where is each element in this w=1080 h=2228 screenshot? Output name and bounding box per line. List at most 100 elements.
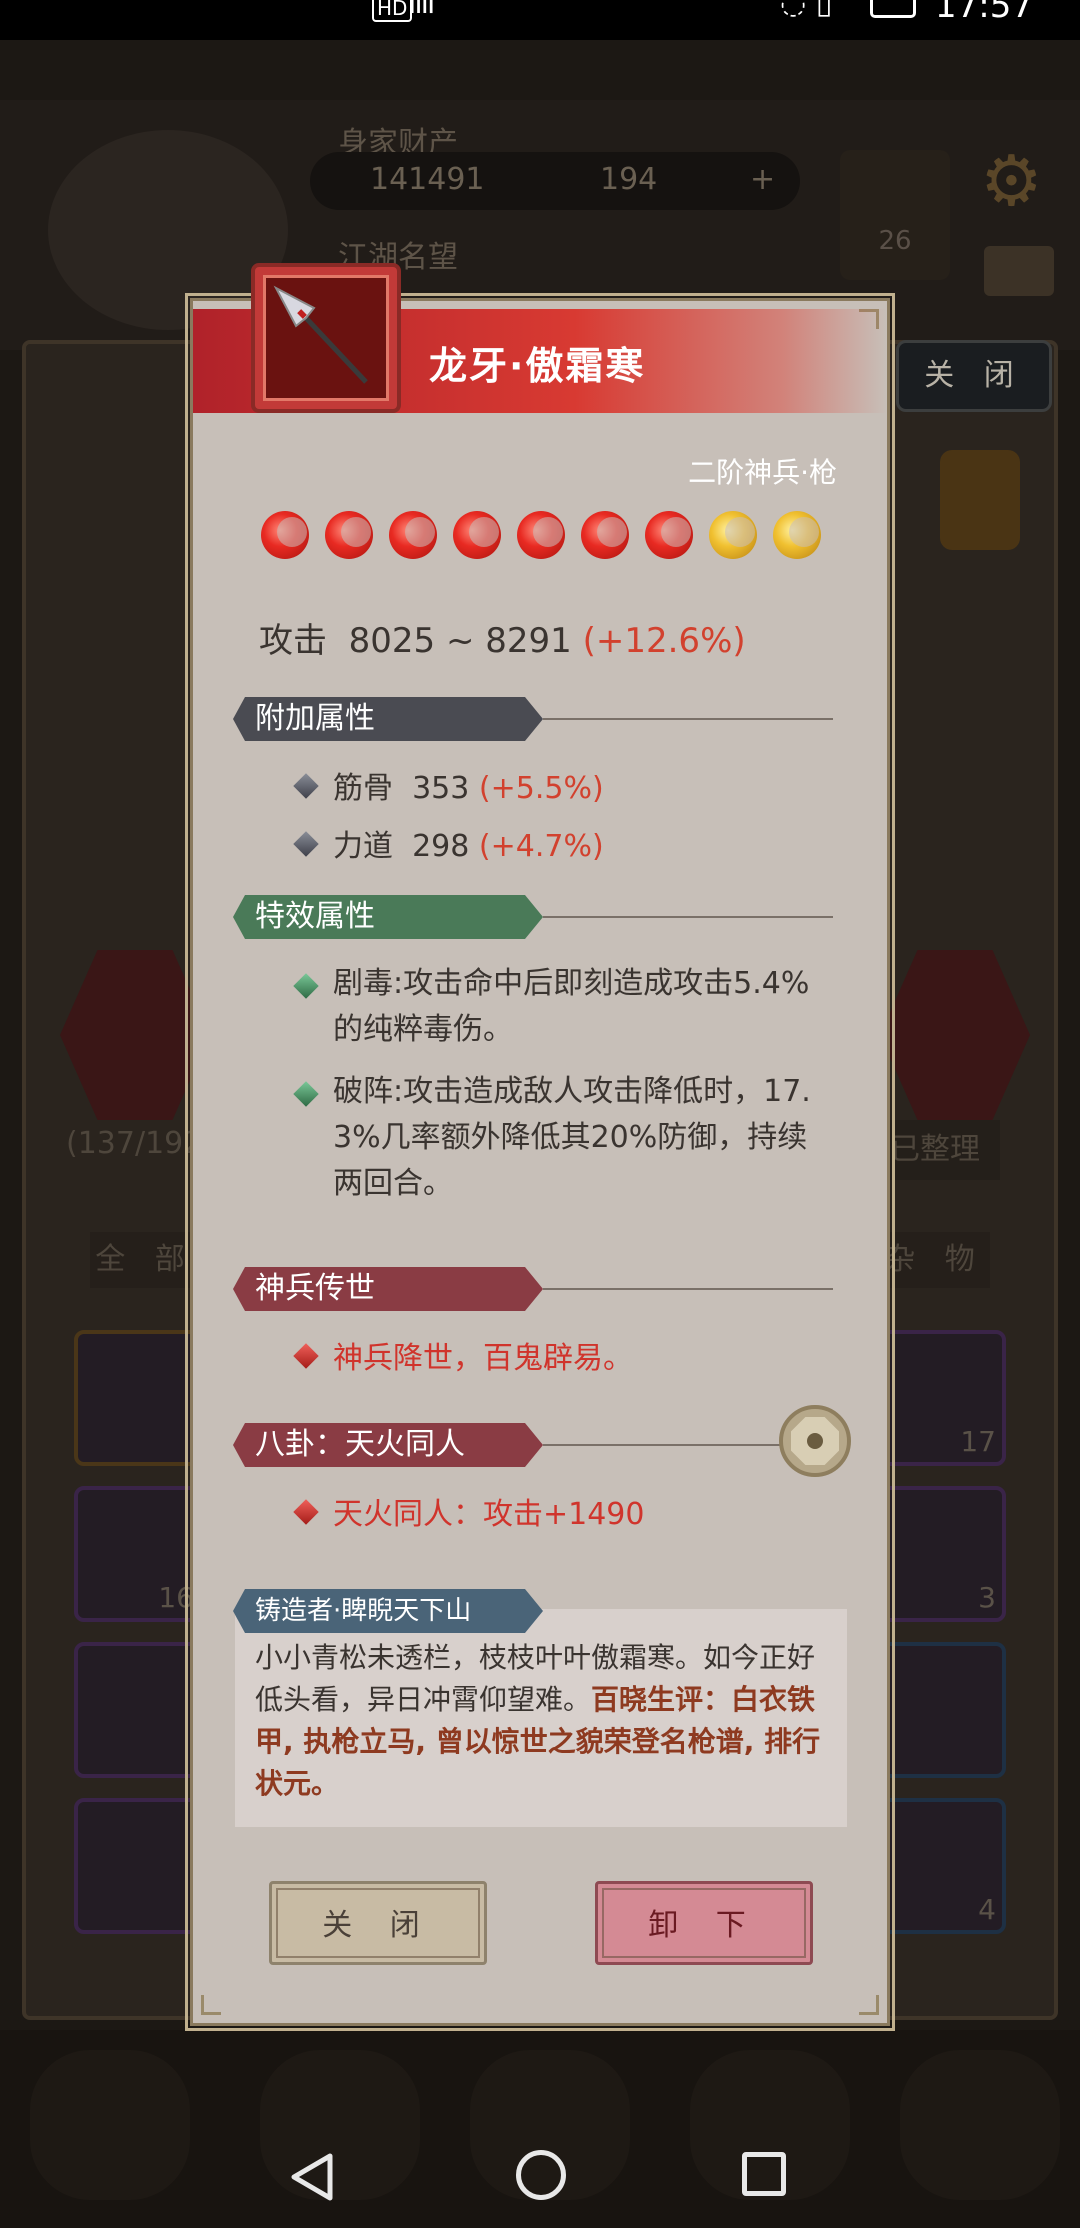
text-line: 两回合。 (333, 1166, 453, 1201)
extra-attributes-header: 附加属性 (233, 697, 833, 741)
attack-bonus: (+12.6%) (582, 621, 746, 661)
divider (543, 718, 833, 720)
inventory-slot[interactable]: 4 (876, 1798, 1006, 1934)
bagua-text: 天火同人：攻击+1490 (333, 1497, 645, 1532)
battery-icon (870, 0, 916, 18)
text-line: 的纯粹毒伤。 (333, 1012, 513, 1047)
text-line: 小小青松未透栏，枝枝叶叶傲霜寒。如今正好 (255, 1641, 816, 1674)
diamond-bullet-icon (293, 1081, 319, 1107)
diamond-bullet-icon (293, 773, 319, 799)
signal-icon: ıııl (408, 0, 435, 21)
attr-name: 力道 (333, 829, 393, 864)
highlight-text: 甲, 执枪立马, 曾以惊世之貌荣登名枪谱, 排行 (255, 1725, 821, 1758)
diamond-bullet-icon (293, 1499, 319, 1525)
close-button[interactable]: 关 闭 (269, 1881, 487, 1965)
yinyang-level[interactable]: 26 (840, 150, 950, 280)
extra-attr-row: 力道 298 (+4.7%) (333, 821, 604, 865)
clock: 17:57 (935, 0, 1033, 26)
item-detail-dialog: 龙牙·傲霜寒 二阶神兵·枪 攻击 8025 ~ 8291 (+12.6%) 附加… (185, 263, 895, 2031)
red-star-icon (325, 511, 373, 559)
diamond-bullet-icon (293, 1343, 319, 1369)
bagua-icon[interactable] (779, 1405, 851, 1477)
attr-value: 298 (412, 829, 470, 864)
inventory-slot[interactable] (74, 1642, 204, 1778)
resource-bar: 141491 194 + (310, 152, 800, 210)
item-name: 龙牙·傲霜寒 (429, 344, 646, 388)
red-star-icon (261, 511, 309, 559)
close-button-label: 关 闭 (276, 1888, 480, 1958)
divider (543, 916, 833, 918)
spear-icon (263, 275, 389, 401)
red-star-icon (581, 511, 629, 559)
bagua-core (807, 1433, 823, 1449)
gold-star-icon (773, 511, 821, 559)
mail-icon[interactable] (984, 246, 1054, 296)
red-star-icon (517, 511, 565, 559)
forger-description: 小小青松未透栏，枝枝叶叶傲霜寒。如今正好 低头看，异日冲霄仰望难。百晓生评：白衣… (255, 1637, 835, 1805)
attack-label: 攻击 (259, 621, 327, 661)
home-icon[interactable] (516, 2150, 566, 2200)
inventory-slot[interactable] (74, 1798, 204, 1934)
hd-icon: HD (372, 0, 413, 22)
corner-ornament (201, 1995, 221, 2015)
text-line: 3%几率额外降低其20%防御，持续 (333, 1120, 808, 1155)
text-line: 低头看，异日冲霄仰望难。 (255, 1683, 592, 1716)
slot-count: 3 (978, 1581, 996, 1614)
attr-name: 筋骨 (333, 771, 393, 806)
tab-all[interactable]: 全 部 (90, 1232, 200, 1288)
coin-count: 141491 (370, 162, 485, 197)
divider (543, 1444, 783, 1446)
forger-header: 铸造者·睥睨天下山 (233, 1589, 833, 1633)
section-title: 附加属性 (233, 697, 543, 741)
inventory-slot[interactable]: 3 (876, 1486, 1006, 1622)
special-effect-2: 破阵:攻击造成敌人攻击降低时，17. 3%几率额外降低其20%防御，持续 两回合… (333, 1069, 823, 1207)
special-attributes-header: 特效属性 (233, 895, 833, 939)
gear-icon[interactable]: ⚙ (980, 140, 1043, 222)
attack-value: 8025 ~ 8291 (348, 621, 572, 661)
red-star-icon (389, 511, 437, 559)
gem-count: 194 (600, 162, 658, 197)
diamond-bullet-icon (293, 831, 319, 857)
divider (543, 1288, 833, 1290)
item-icon-frame (251, 263, 401, 413)
section-title: 神兵传世 (233, 1267, 543, 1311)
attr-bonus: (+4.7%) (478, 829, 604, 864)
section-title: 八卦：天火同人 (233, 1423, 543, 1467)
legend-text: 神兵降世，百鬼辟易。 (333, 1341, 633, 1376)
red-star-icon (645, 511, 693, 559)
red-star-icon (453, 511, 501, 559)
special-effect-1: 剧毒:攻击命中后即刻造成攻击5.4% 的纯粹毒伤。 (333, 961, 823, 1053)
slot-count: 17 (960, 1425, 996, 1458)
section-title: 特效属性 (233, 895, 543, 939)
background-close-button[interactable]: 关 闭 (896, 340, 1052, 412)
slot-count: 16 (158, 1581, 194, 1614)
unequip-button-label: 卸 下 (602, 1888, 806, 1958)
inventory-count: (137/192 (66, 1126, 203, 1161)
add-gem-button[interactable]: + (750, 162, 775, 197)
tab-misc[interactable]: 杂 物 (880, 1232, 990, 1288)
recent-apps-icon[interactable] (742, 2152, 786, 2196)
corner-ornament (859, 1995, 879, 2015)
lantern-icon (940, 450, 1020, 550)
slot-count: 4 (978, 1893, 996, 1926)
system-nav-bar (0, 2120, 1080, 2228)
inventory-slot[interactable]: 17 (876, 1330, 1006, 1466)
item-tier: 二阶神兵·枪 (688, 456, 837, 489)
inventory-slot[interactable]: 16 (74, 1486, 204, 1622)
attr-bonus: (+5.5%) (478, 771, 604, 806)
text-line: 剧毒:攻击命中后即刻造成攻击5.4% (333, 966, 810, 1001)
attack-stat: 攻击 8025 ~ 8291 (+12.6%) (259, 613, 746, 662)
inventory-slot[interactable] (74, 1330, 204, 1466)
attr-value: 353 (412, 771, 470, 806)
gold-star-icon (709, 511, 757, 559)
extra-attr-row: 筋骨 353 (+5.5%) (333, 763, 604, 807)
section-title: 铸造者·睥睨天下山 (233, 1589, 543, 1633)
text-line: 破阵:攻击造成敌人攻击降低时，17. (333, 1074, 811, 1109)
highlight-text: 状元。 (255, 1767, 340, 1800)
status-icons: ◌ ▯ (780, 0, 833, 21)
highlight-text: 百晓生评：白衣铁 (591, 1683, 816, 1716)
inventory-slot[interactable] (876, 1642, 1006, 1778)
unequip-button[interactable]: 卸 下 (595, 1881, 813, 1965)
diamond-bullet-icon (293, 973, 319, 999)
back-icon[interactable] (290, 2152, 334, 2202)
